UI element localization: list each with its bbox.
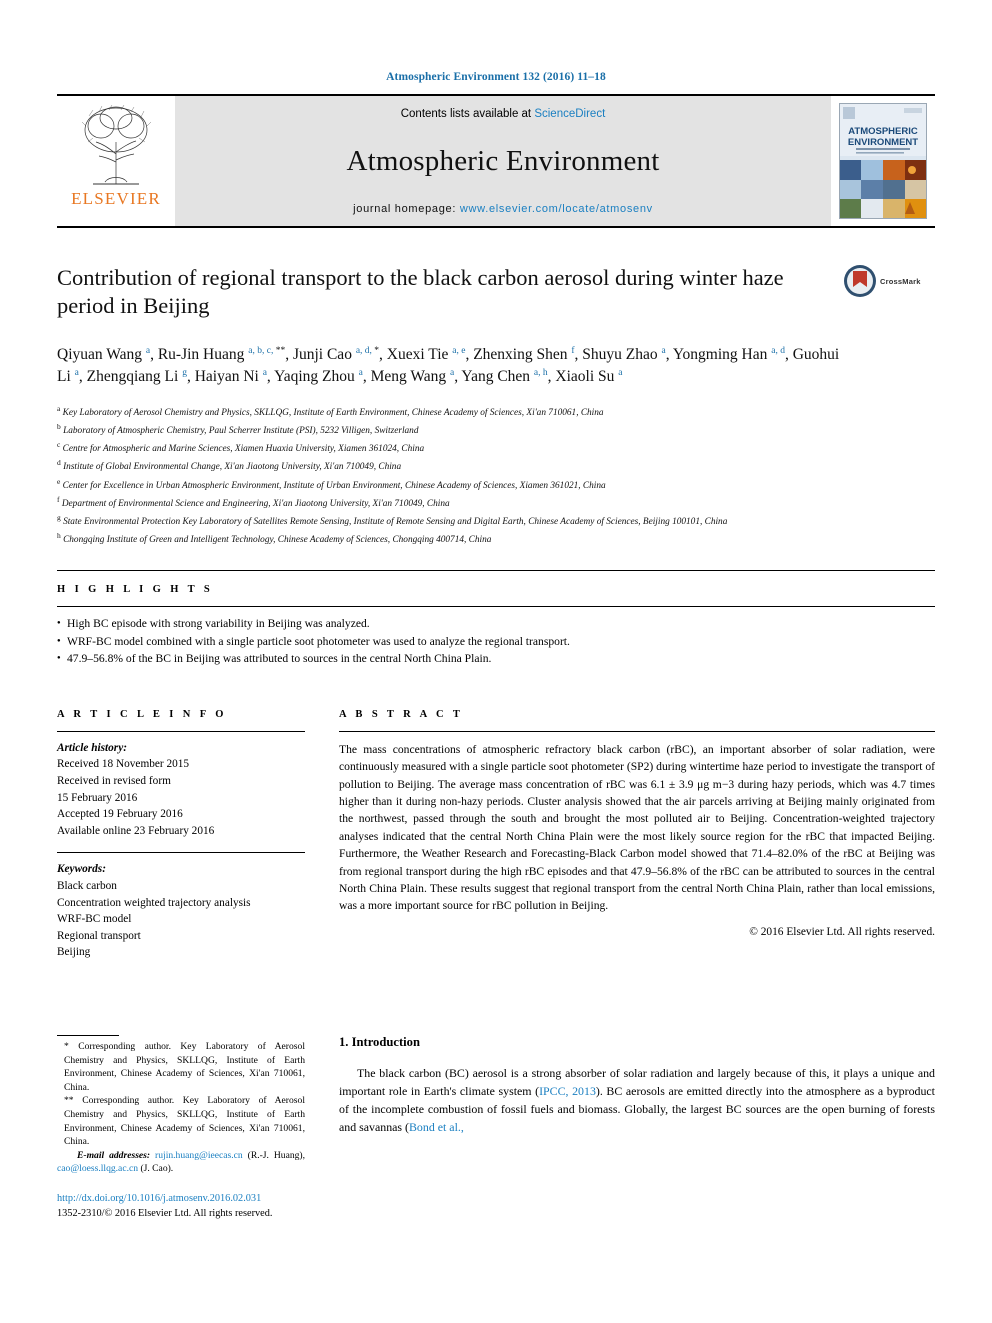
page-title: Contribution of regional transport to th… bbox=[57, 265, 784, 319]
email-label: E-mail addresses: bbox=[77, 1149, 151, 1161]
elsevier-tree-icon bbox=[81, 104, 152, 185]
abstract-text: The mass concentrations of atmospheric r… bbox=[339, 742, 935, 913]
affiliation-text: Center for Excellence in Urban Atmospher… bbox=[60, 480, 606, 491]
title-block: Contribution of regional transport to th… bbox=[57, 264, 935, 330]
keyword-item: Black carbon bbox=[57, 880, 117, 893]
keyword-item: Regional transport bbox=[57, 929, 141, 942]
journal-cover-thumbnail: ATMOSPHERIC ENVIRONMENT bbox=[839, 103, 927, 219]
article-history-line: Accepted 19 February 2016 bbox=[57, 808, 183, 821]
svg-text:ENVIRONMENT: ENVIRONMENT bbox=[848, 137, 918, 148]
article-history-line: Available online 23 February 2016 bbox=[57, 824, 215, 837]
abstract-column: A B S T R A C T The mass concentrations … bbox=[339, 696, 935, 961]
journal-masthead: ELSEVIER Contents lists available at Sci… bbox=[57, 94, 935, 228]
keyword-item: WRF-BC model bbox=[57, 913, 132, 926]
journal-reference: Atmospheric Environment 132 (2016) 11–18 bbox=[386, 71, 606, 83]
keyword-item: Beijing bbox=[57, 946, 91, 959]
abstract-heading: A B S T R A C T bbox=[339, 708, 464, 720]
article-history-line: Received in revised form bbox=[57, 775, 171, 788]
highlight-item: High BC episode with strong variability … bbox=[57, 615, 935, 633]
keywords-label: Keywords: bbox=[57, 863, 106, 876]
affiliation-d: d Institute of Global Environmental Chan… bbox=[57, 457, 935, 475]
article-info-column: A R T I C L E I N F O Article history: R… bbox=[57, 696, 305, 961]
email-owner-cao: (J. Cao). bbox=[140, 1163, 174, 1175]
elsevier-wordmark: ELSEVIER bbox=[71, 189, 161, 208]
highlights-section: H I G H L I G H T S High BC episode with… bbox=[57, 570, 935, 668]
highlight-item: WRF-BC model combined with a single part… bbox=[57, 633, 935, 651]
citation-ipcc-2013[interactable]: IPCC, 2013 bbox=[539, 1084, 596, 1098]
abstract-copyright: © 2016 Elsevier Ltd. All rights reserved… bbox=[749, 925, 935, 938]
affiliation-text: Department of Environmental Science and … bbox=[59, 498, 450, 509]
svg-text:ATMOSPHERIC: ATMOSPHERIC bbox=[848, 126, 918, 137]
affiliation-text: Institute of Global Environmental Change… bbox=[60, 462, 402, 473]
footnote-column: * Corresponding author. Key Laboratory o… bbox=[57, 1035, 305, 1222]
masthead-center: Contents lists available at ScienceDirec… bbox=[175, 96, 831, 226]
footnote-block: * Corresponding author. Key Laboratory o… bbox=[57, 1040, 305, 1176]
journal-homepage-line: journal homepage: www.elsevier.com/locat… bbox=[353, 203, 653, 215]
sciencedirect-link[interactable]: ScienceDirect bbox=[534, 108, 605, 120]
homepage-prefix: journal homepage: bbox=[353, 203, 460, 215]
issn-copyright: 1352-2310/© 2016 Elsevier Ltd. All right… bbox=[57, 1208, 273, 1220]
introduction-heading: 1. Introduction bbox=[339, 1035, 420, 1049]
email-link-huang[interactable]: rujin.huang@ieecas.cn bbox=[155, 1150, 243, 1161]
email-owner-huang: (R.-J. Huang), bbox=[247, 1149, 306, 1161]
corresponding-author-1: * Corresponding author. Key Laboratory o… bbox=[64, 1041, 305, 1093]
crossmark-label: CrossMark bbox=[880, 276, 921, 286]
article-history-line: Received 18 November 2015 bbox=[57, 758, 190, 771]
introduction-paragraph: The black carbon (BC) aerosol is a stron… bbox=[339, 1065, 935, 1136]
article-history: Article history: Received 18 November 20… bbox=[57, 740, 305, 840]
email-link-cao[interactable]: cao@loess.llqg.ac.cn bbox=[57, 1163, 138, 1174]
citation-bond-et-al[interactable]: Bond et al., bbox=[409, 1120, 464, 1134]
affiliation-a: a Key Laboratory of Aerosol Chemistry an… bbox=[57, 403, 935, 421]
affiliation-text: State Environmental Protection Key Labor… bbox=[60, 516, 728, 527]
author-list: Qiyuan Wang a, Ru-Jin Huang a, b, c, **,… bbox=[57, 345, 840, 386]
journal-title: Atmospheric Environment bbox=[346, 145, 660, 177]
affiliation-g: g State Environmental Protection Key Lab… bbox=[57, 512, 935, 530]
contents-available-line: Contents lists available at ScienceDirec… bbox=[401, 108, 606, 120]
email-addresses: E-mail addresses: rujin.huang@ieecas.cn … bbox=[57, 1149, 305, 1176]
cover-artwork-icon: ATMOSPHERIC ENVIRONMENT bbox=[840, 104, 926, 218]
journal-homepage-link[interactable]: www.elsevier.com/locate/atmosenv bbox=[460, 203, 653, 215]
highlights-list: High BC episode with strong variability … bbox=[57, 615, 935, 668]
highlights-heading: H I G H L I G H T S bbox=[57, 584, 214, 596]
introduction-column: 1. Introduction The black carbon (BC) ae… bbox=[339, 1035, 935, 1222]
affiliation-list: a Key Laboratory of Aerosol Chemistry an… bbox=[57, 403, 935, 548]
info-abstract-row: A R T I C L E I N F O Article history: R… bbox=[57, 696, 935, 961]
affiliation-b: b Laboratory of Atmospheric Chemistry, P… bbox=[57, 421, 935, 439]
affiliation-text: Chongqing Institute of Green and Intelli… bbox=[60, 535, 492, 546]
affiliation-e: e Center for Excellence in Urban Atmosph… bbox=[57, 476, 935, 494]
contents-prefix: Contents lists available at bbox=[400, 108, 535, 120]
highlight-item: 47.9–56.8% of the BC in Beijing was attr… bbox=[57, 650, 935, 668]
keywords-lines: Black carbon Concentration weighted traje… bbox=[57, 878, 305, 961]
corresponding-author-2: ** Corresponding author. Key Laboratory … bbox=[64, 1095, 305, 1148]
paper-page: Atmospheric Environment 132 (2016) 11–18 bbox=[0, 0, 992, 1323]
doi-link[interactable]: http://dx.doi.org/10.1016/j.atmosenv.201… bbox=[57, 1192, 305, 1207]
journal-cover-container: ATMOSPHERIC ENVIRONMENT bbox=[831, 96, 935, 226]
affiliation-text: Centre for Atmospheric and Marine Scienc… bbox=[60, 444, 425, 455]
crossmark-icon bbox=[844, 265, 876, 297]
affiliation-h: h Chongqing Institute of Green and Intel… bbox=[57, 530, 935, 548]
crossmark-badge[interactable]: CrossMark bbox=[843, 264, 935, 298]
article-history-line: 15 February 2016 bbox=[57, 791, 138, 804]
article-history-label: Article history: bbox=[57, 741, 127, 754]
affiliation-f: f Department of Environmental Science an… bbox=[57, 494, 935, 512]
affiliation-c: c Centre for Atmospheric and Marine Scie… bbox=[57, 439, 935, 457]
footnote-divider bbox=[57, 1035, 119, 1036]
affiliation-text: Laboratory of Atmospheric Chemistry, Pau… bbox=[60, 426, 419, 437]
keyword-item: Concentration weighted trajectory analys… bbox=[57, 896, 251, 909]
elsevier-logo: ELSEVIER bbox=[57, 96, 175, 226]
affiliation-text: Key Laboratory of Aerosol Chemistry and … bbox=[60, 408, 604, 419]
bottom-row: * Corresponding author. Key Laboratory o… bbox=[57, 1035, 935, 1222]
doi-block: http://dx.doi.org/10.1016/j.atmosenv.201… bbox=[57, 1192, 305, 1222]
article-history-lines: Received 18 November 2015 Received in rev… bbox=[57, 756, 305, 839]
article-info-heading: A R T I C L E I N F O bbox=[57, 708, 227, 720]
keywords-block: Keywords: Black carbon Concentration weig… bbox=[57, 861, 305, 961]
